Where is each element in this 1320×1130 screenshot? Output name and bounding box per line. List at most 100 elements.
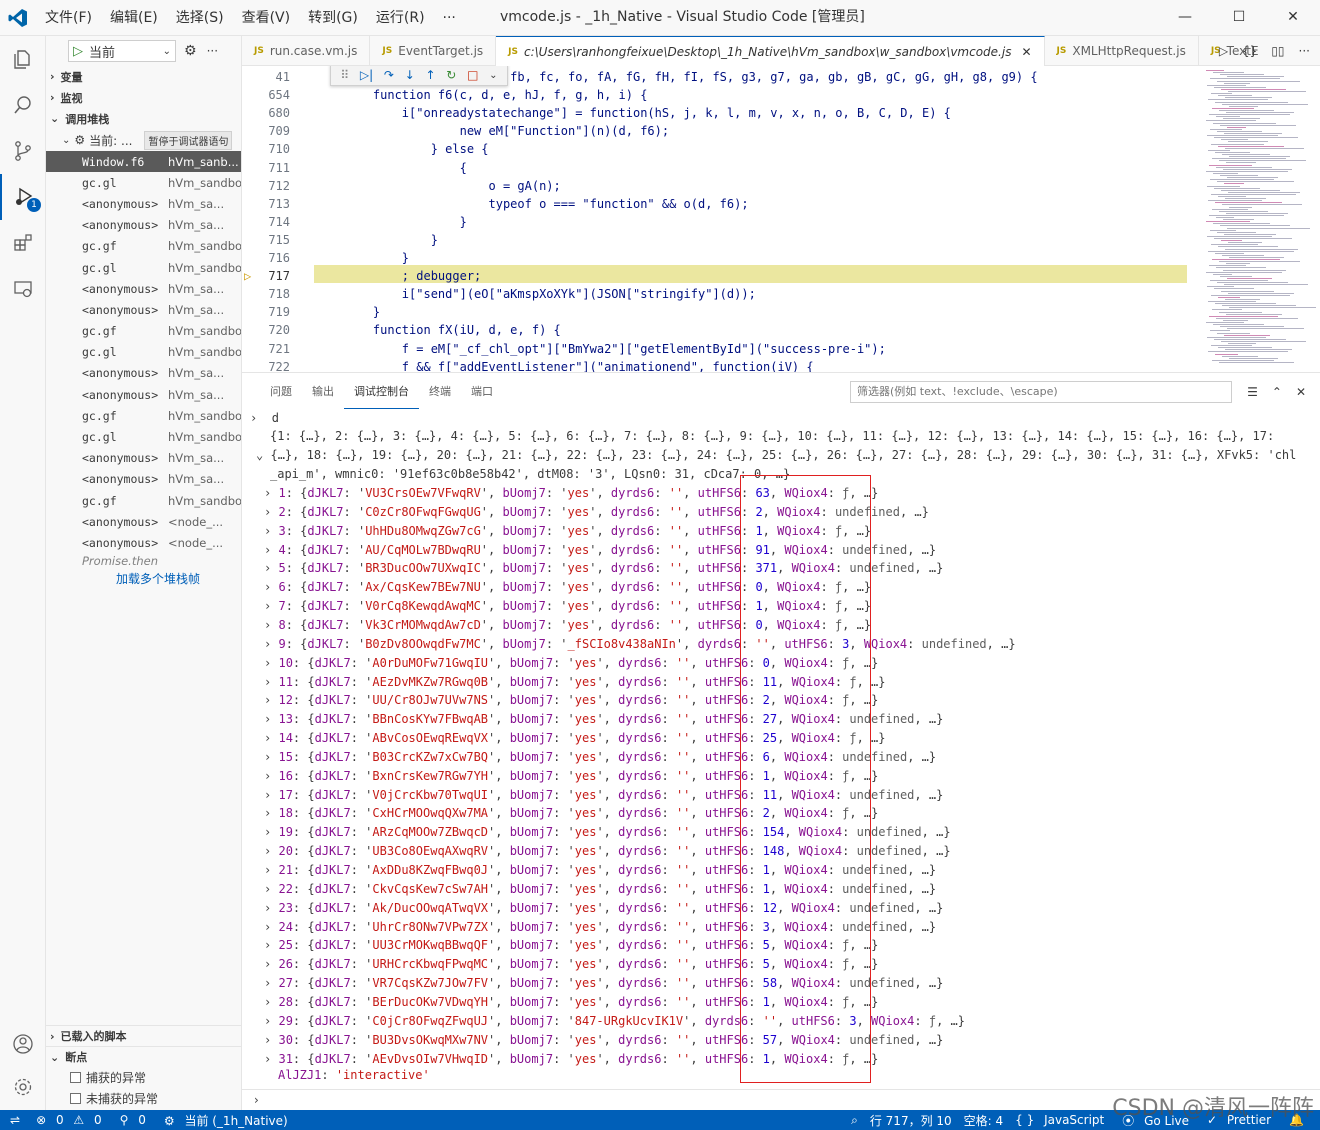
clear-console-icon[interactable]: ☰ <box>1247 385 1258 399</box>
menu-item[interactable]: 转到(G) <box>299 0 367 36</box>
code-line[interactable]: 709 new eM["Function"](n)(d, f6); <box>242 122 1320 140</box>
remote-explorer-icon[interactable] <box>0 266 46 312</box>
breakpoints-section-header[interactable]: ⌄ 断点 <box>46 1046 241 1067</box>
code-line[interactable]: 712 o = gA(n); <box>242 177 1320 195</box>
callstack-frame[interactable]: Window.f6 hVm_sanb... <box>46 151 241 173</box>
minimize-icon[interactable]: — <box>1158 0 1212 34</box>
menu-item[interactable]: 运行(R) <box>367 0 434 36</box>
callstack-frame[interactable]: gc.gf hVm_sandbox/w... <box>46 405 241 426</box>
maximize-icon[interactable]: ☐ <box>1212 0 1266 34</box>
callstack-frame[interactable]: <anonymous> hVm_sa... <box>46 384 241 405</box>
code-line[interactable]: 711 { <box>242 159 1320 177</box>
code-line[interactable]: 719 } <box>242 303 1320 321</box>
thread-item[interactable]: ⌄ ⚙ 当前: ... 暂停于调试器语句 <box>46 129 241 151</box>
zoom-icon[interactable]: ⌕ <box>845 1113 864 1128</box>
code-line[interactable]: 722 f && f["addEventListener"]("animatio… <box>242 358 1320 372</box>
explorer-icon[interactable] <box>0 36 46 82</box>
callstack-frame[interactable]: <anonymous> hVm_sa... <box>46 363 241 384</box>
close-tab-icon[interactable]: ✕ <box>1021 45 1031 59</box>
chevron-down-icon[interactable]: ⌄ <box>489 70 497 81</box>
callstack-frame[interactable]: <anonymous> hVm_sa... <box>46 278 241 299</box>
remote-icon[interactable]: ⇌ <box>0 1113 30 1127</box>
callstack-frame[interactable]: <anonymous> <node_... <box>46 532 241 553</box>
debug-console-output[interactable]: › d {1: {…}, 2: {…}, 3: {…}, 4: {…}, 5: … <box>242 409 1320 1089</box>
menu-item[interactable]: 文件(F) <box>36 0 101 36</box>
continue-icon[interactable]: ▷| <box>360 68 373 82</box>
problems-status[interactable]: ⊗ 0 ⚠ 0 <box>30 1113 114 1127</box>
account-icon[interactable] <box>0 1021 46 1067</box>
close-panel-icon[interactable]: ✕ <box>1296 385 1306 399</box>
paused-breakpoint-icon[interactable]: ▷ <box>244 267 251 285</box>
code-editor[interactable]: 41 ~ eP, eW, f5, f8, fa, fb, fc, fo, fA, … <box>242 66 1320 372</box>
ports-status[interactable]: ⚲ 0 <box>114 1113 158 1127</box>
tab-output[interactable]: 输出 <box>302 373 344 409</box>
drag-handle-icon[interactable]: ⠿ <box>340 68 349 82</box>
code-line[interactable]: 714 } <box>242 213 1320 231</box>
restart-icon[interactable]: ↻ <box>446 68 456 82</box>
menu-item[interactable]: ··· <box>434 0 465 36</box>
language-mode[interactable]: { } JavaScript <box>1009 1113 1116 1127</box>
code-line[interactable]: 654 function f6(c, d, e, hJ, f, g, h, i)… <box>242 86 1320 104</box>
gear-icon[interactable]: ⚙ <box>184 43 197 59</box>
run-debug-icon[interactable]: 1 <box>0 174 46 220</box>
run-file-icon[interactable]: ▷ <box>1219 44 1228 58</box>
callstack-frame[interactable]: gc.gl hVm_sandbox/w... <box>46 342 241 363</box>
code-line[interactable]: 715 } <box>242 231 1320 249</box>
start-debug-icon[interactable]: ▷ <box>73 44 83 59</box>
split-editor-icon[interactable]: ▯▯ <box>1271 44 1284 58</box>
tab-problems[interactable]: 问题 <box>260 373 302 409</box>
code-line[interactable]: 718 i["send"](eO["aKmspXoXYk"](JSON["str… <box>242 285 1320 303</box>
settings-gear-icon[interactable] <box>0 1064 46 1110</box>
uncaught-exceptions-checkbox[interactable]: 未捕获的异常 <box>46 1088 241 1109</box>
console-object-row[interactable]: › 9: {dJKL7: 'B0zDv8OOwqdFw7MC', bUomj7:… <box>264 635 1016 654</box>
callstack-frame[interactable]: gc.gl hVm_sandbox/w... <box>46 172 241 193</box>
menu-item[interactable]: 选择(S) <box>167 0 233 36</box>
loaded-scripts-section-header[interactable]: › 已载入的脚本 <box>46 1025 241 1046</box>
code-line[interactable]: 717 ; debugger; ▷ <box>242 267 1320 285</box>
debug-session-status[interactable]: ⚙ 当前 (_1h_Native) <box>158 1112 300 1129</box>
minimap[interactable] <box>1200 66 1316 372</box>
callstack-frame[interactable]: <anonymous> hVm_sa... <box>46 215 241 236</box>
launch-config-select[interactable]: ▷ 当前 ⌄ <box>68 40 176 62</box>
callstack-frame[interactable]: <anonymous> hVm_sa... <box>46 469 241 490</box>
callstack-frame[interactable]: <anonymous> hVm_sa... <box>46 299 241 320</box>
caught-exceptions-checkbox[interactable]: 捕获的异常 <box>46 1067 241 1088</box>
step-over-icon[interactable]: ↷ <box>384 68 394 82</box>
tab-ports[interactable]: 端口 <box>461 373 503 409</box>
console-filter-input[interactable]: 筛选器(例如 text、!exclude、\escape) <box>850 381 1232 403</box>
search-icon[interactable] <box>0 82 46 128</box>
variables-section-header[interactable]: › 变量 <box>46 66 241 87</box>
cursor-position[interactable]: 行 717，列 10 <box>864 1112 958 1129</box>
watch-section-header[interactable]: › 监视 <box>46 87 241 108</box>
callstack-frame[interactable]: <anonymous> hVm_sa... <box>46 448 241 469</box>
code-line[interactable]: 721 f = eM["_cf_chl_opt"]["BmYwa2"]["get… <box>242 340 1320 358</box>
step-into-icon[interactable]: ↓ <box>405 68 415 82</box>
code-line[interactable]: 680 i["onreadystatechange"] = function(h… <box>242 104 1320 122</box>
maximize-panel-icon[interactable]: ⌃ <box>1272 385 1282 399</box>
callstack-frame[interactable]: gc.gl hVm_sandbox/w... <box>46 426 241 447</box>
menu-item[interactable]: 查看(V) <box>233 0 300 36</box>
tab-run-case-vm[interactable]: JS run.case.vm.js <box>242 36 371 66</box>
more-actions-icon[interactable]: ··· <box>207 44 218 58</box>
code-line[interactable]: 710 } else { <box>242 140 1320 158</box>
menu-item[interactable]: 编辑(E) <box>101 0 167 36</box>
code-line[interactable]: 720 function fX(iU, d, e, f) { <box>242 321 1320 339</box>
tab-terminal[interactable]: 终端 <box>419 373 461 409</box>
callstack-frame[interactable]: gc.gf hVm_sandbox/w... <box>46 321 241 342</box>
code-line[interactable]: 716 } <box>242 249 1320 267</box>
braces-icon[interactable]: {} <box>1242 44 1257 58</box>
step-out-icon[interactable]: ↑ <box>426 68 436 82</box>
extensions-icon[interactable] <box>0 220 46 266</box>
tab-debug-console[interactable]: 调试控制台 <box>344 373 419 409</box>
source-control-icon[interactable] <box>0 128 46 174</box>
console-summary-line[interactable]: ⌄ {…}, 18: {…}, 19: {…}, 20: {…}, 21: {…… <box>256 446 1296 465</box>
callstack-frame[interactable]: gc.gf hVm_sandbox/w... <box>46 236 241 257</box>
more-actions-icon[interactable]: ··· <box>1299 44 1310 58</box>
callstack-frame[interactable]: <anonymous> hVm_sa... <box>46 193 241 214</box>
stop-icon[interactable]: □ <box>467 68 478 82</box>
tab-xmlhttprequest[interactable]: JS XMLHttpRequest.js <box>1045 36 1199 66</box>
indentation-status[interactable]: 空格: 4 <box>958 1112 1010 1129</box>
tab-event-target[interactable]: JS EventTarget.js <box>370 36 497 66</box>
load-more-frames-link[interactable]: 加载多个堆栈帧 <box>46 570 241 588</box>
tab-vmcode[interactable]: JS c:\Users\ranhongfeixue\Desktop\_1h_Nat… <box>496 36 1045 66</box>
